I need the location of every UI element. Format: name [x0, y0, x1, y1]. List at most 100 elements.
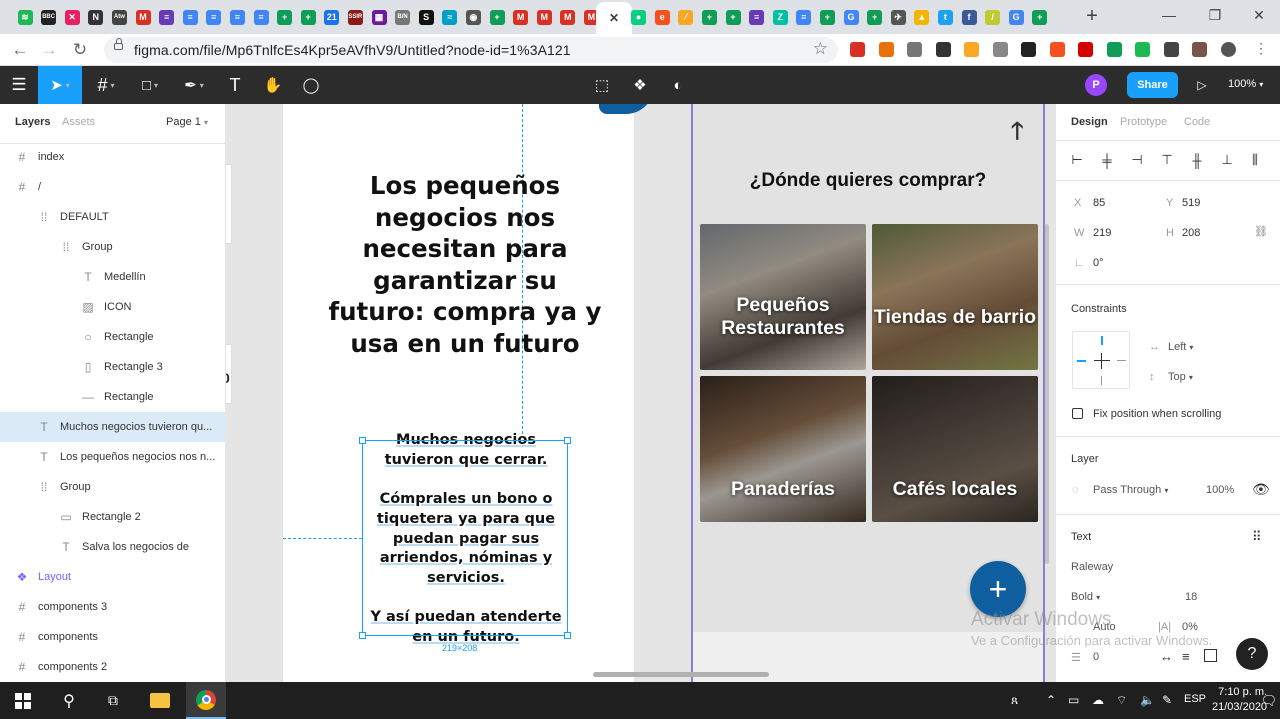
- notifications-icon[interactable]: 🗨: [1261, 682, 1278, 719]
- task-view-icon[interactable]: ⧉: [98, 682, 128, 719]
- close-window-button[interactable]: ✕: [1236, 0, 1280, 30]
- browser-tab[interactable]: +: [698, 4, 720, 30]
- browser-tab[interactable]: S: [415, 4, 437, 30]
- constraint-widget[interactable]: [1072, 331, 1130, 389]
- layer-row[interactable]: — Rectangle: [0, 382, 226, 412]
- crop-icon[interactable]: ⬚: [588, 66, 616, 104]
- extension-icon[interactable]: [850, 42, 865, 57]
- constrain-proportions-icon[interactable]: ⛓: [1254, 225, 1268, 238]
- help-button[interactable]: ?: [1236, 638, 1268, 670]
- extension-icon[interactable]: [1220, 42, 1236, 57]
- align-right-icon[interactable]: ⊣: [1130, 152, 1144, 167]
- layer-row[interactable]: ⁞⁞ Group: [0, 472, 226, 502]
- font-weight-select[interactable]: Bold ▾: [1071, 591, 1100, 603]
- share-button[interactable]: Share: [1127, 72, 1178, 98]
- search-icon[interactable]: ⚲: [54, 682, 84, 719]
- layer-row[interactable]: ⁞⁞ Group: [0, 232, 226, 262]
- align-middle-v-icon[interactable]: ╫: [1190, 153, 1204, 168]
- extension-icon[interactable]: [878, 42, 894, 57]
- language-indicator[interactable]: ESP: [1184, 693, 1206, 705]
- visibility-eye-icon[interactable]: 👁: [1252, 481, 1270, 498]
- browser-tab[interactable]: Z: [769, 4, 791, 30]
- resize-handle-br[interactable]: [564, 632, 571, 639]
- browser-tab[interactable]: +: [1029, 4, 1051, 30]
- extension-icon[interactable]: [1192, 42, 1207, 57]
- onedrive-icon[interactable]: ☁: [1092, 693, 1104, 707]
- tab-prototype[interactable]: Prototype: [1120, 116, 1167, 128]
- reload-button[interactable]: ↻: [68, 38, 92, 62]
- browser-tab[interactable]: SSIR: [344, 4, 366, 30]
- layer-row[interactable]: ▯ Rectangle 3: [0, 352, 226, 382]
- layer-row[interactable]: T Medellín: [0, 262, 226, 292]
- browser-tab[interactable]: M: [510, 4, 532, 30]
- comment-tool-button[interactable]: ◯: [296, 66, 326, 104]
- tab-code[interactable]: Code: [1184, 116, 1210, 128]
- layer-row[interactable]: # components 3: [0, 592, 226, 622]
- paragraph-spacing-input[interactable]: 0: [1093, 651, 1099, 663]
- minimize-button[interactable]: —: [1146, 0, 1192, 30]
- user-avatar[interactable]: P: [1085, 74, 1107, 96]
- forward-button[interactable]: →: [37, 38, 61, 62]
- design-canvas[interactable]: 0 Los pequeños negocios nos necesitan pa…: [226, 104, 1055, 682]
- browser-tab[interactable]: ≈: [439, 4, 461, 30]
- battery-icon[interactable]: ▭: [1068, 693, 1079, 707]
- resize-handle-bl[interactable]: [359, 632, 366, 639]
- font-size-input[interactable]: 18: [1185, 591, 1197, 603]
- browser-tab[interactable]: ●: [628, 4, 650, 30]
- browser-tab[interactable]: G: [840, 4, 862, 30]
- category-tile[interactable]: Pequeños Restaurantes: [700, 224, 866, 370]
- align-center-h-icon[interactable]: ╪: [1100, 153, 1114, 168]
- selection-box[interactable]: [359, 437, 571, 639]
- extension-icon[interactable]: [1135, 42, 1150, 57]
- tab-assets[interactable]: Assets: [62, 116, 95, 128]
- layer-row[interactable]: T Muchos negocios tuvieron qu...: [0, 412, 226, 442]
- distribute-icon[interactable]: ⫼: [1248, 152, 1262, 167]
- layer-row[interactable]: # components 2: [0, 652, 226, 682]
- browser-tab[interactable]: M: [132, 4, 154, 30]
- browser-tab[interactable]: +: [864, 4, 886, 30]
- browser-tab[interactable]: B/N: [392, 4, 414, 30]
- browser-tab[interactable]: 21: [321, 4, 343, 30]
- main-menu-icon[interactable]: ☰: [0, 66, 38, 104]
- extension-icon[interactable]: [935, 42, 951, 57]
- rotation-input[interactable]: 0°: [1093, 257, 1104, 269]
- browser-tab[interactable]: M: [557, 4, 579, 30]
- opacity-input[interactable]: 100%: [1206, 484, 1234, 496]
- mobile-frame-right[interactable]: 🡑 ¿Dónde quieres comprar? Pequeños Resta…: [691, 104, 1045, 682]
- layer-row[interactable]: ▨ ICON: [0, 292, 226, 322]
- y-input[interactable]: 519: [1182, 197, 1200, 209]
- horizontal-constraint-select[interactable]: Left ▾: [1168, 341, 1193, 353]
- font-family-select[interactable]: Raleway: [1071, 561, 1113, 573]
- align-left-icon[interactable]: ⊢: [1070, 152, 1084, 167]
- tab-design[interactable]: Design: [1071, 116, 1108, 128]
- layer-row[interactable]: # index: [0, 142, 226, 172]
- text-tool-button[interactable]: T: [220, 66, 250, 104]
- height-input[interactable]: 208: [1182, 227, 1200, 239]
- browser-tab[interactable]: e: [651, 4, 673, 30]
- resize-handle-tl[interactable]: [359, 437, 366, 444]
- browser-tab[interactable]: ◉: [462, 4, 484, 30]
- pen-workspace-icon[interactable]: ✎: [1162, 693, 1172, 707]
- vertical-scrollbar[interactable]: [1045, 224, 1049, 564]
- browser-tab[interactable]: ≡: [226, 4, 248, 30]
- auto-height-icon[interactable]: ≡: [1182, 649, 1190, 664]
- browser-tab[interactable]: ✕: [596, 2, 632, 34]
- browser-tab[interactable]: +: [274, 4, 296, 30]
- browser-tab[interactable]: ✈: [887, 4, 909, 30]
- layer-row[interactable]: ⁞⁞ DEFAULT: [0, 202, 226, 232]
- extension-icon[interactable]: [1163, 42, 1179, 57]
- browser-tab[interactable]: ⁄: [675, 4, 697, 30]
- vertical-constraint-select[interactable]: Top ▾: [1168, 371, 1193, 383]
- align-top-icon[interactable]: ⊤: [1160, 152, 1174, 167]
- zoom-level[interactable]: 100% ▾: [1228, 78, 1263, 90]
- extension-icon[interactable]: [1106, 42, 1122, 57]
- bookmark-star-icon[interactable]: ☆: [813, 39, 828, 59]
- pen-tool-button[interactable]: ✒ ▾: [174, 66, 214, 104]
- browser-tab[interactable]: Atw: [108, 4, 130, 30]
- maximize-button[interactable]: ❐: [1192, 0, 1238, 30]
- browser-tab[interactable]: G: [1005, 4, 1027, 30]
- layer-row[interactable]: ❖ Layout: [0, 562, 226, 592]
- browser-tab[interactable]: +: [722, 4, 744, 30]
- browser-tab[interactable]: ▲: [911, 4, 933, 30]
- extension-icon[interactable]: [1078, 42, 1093, 57]
